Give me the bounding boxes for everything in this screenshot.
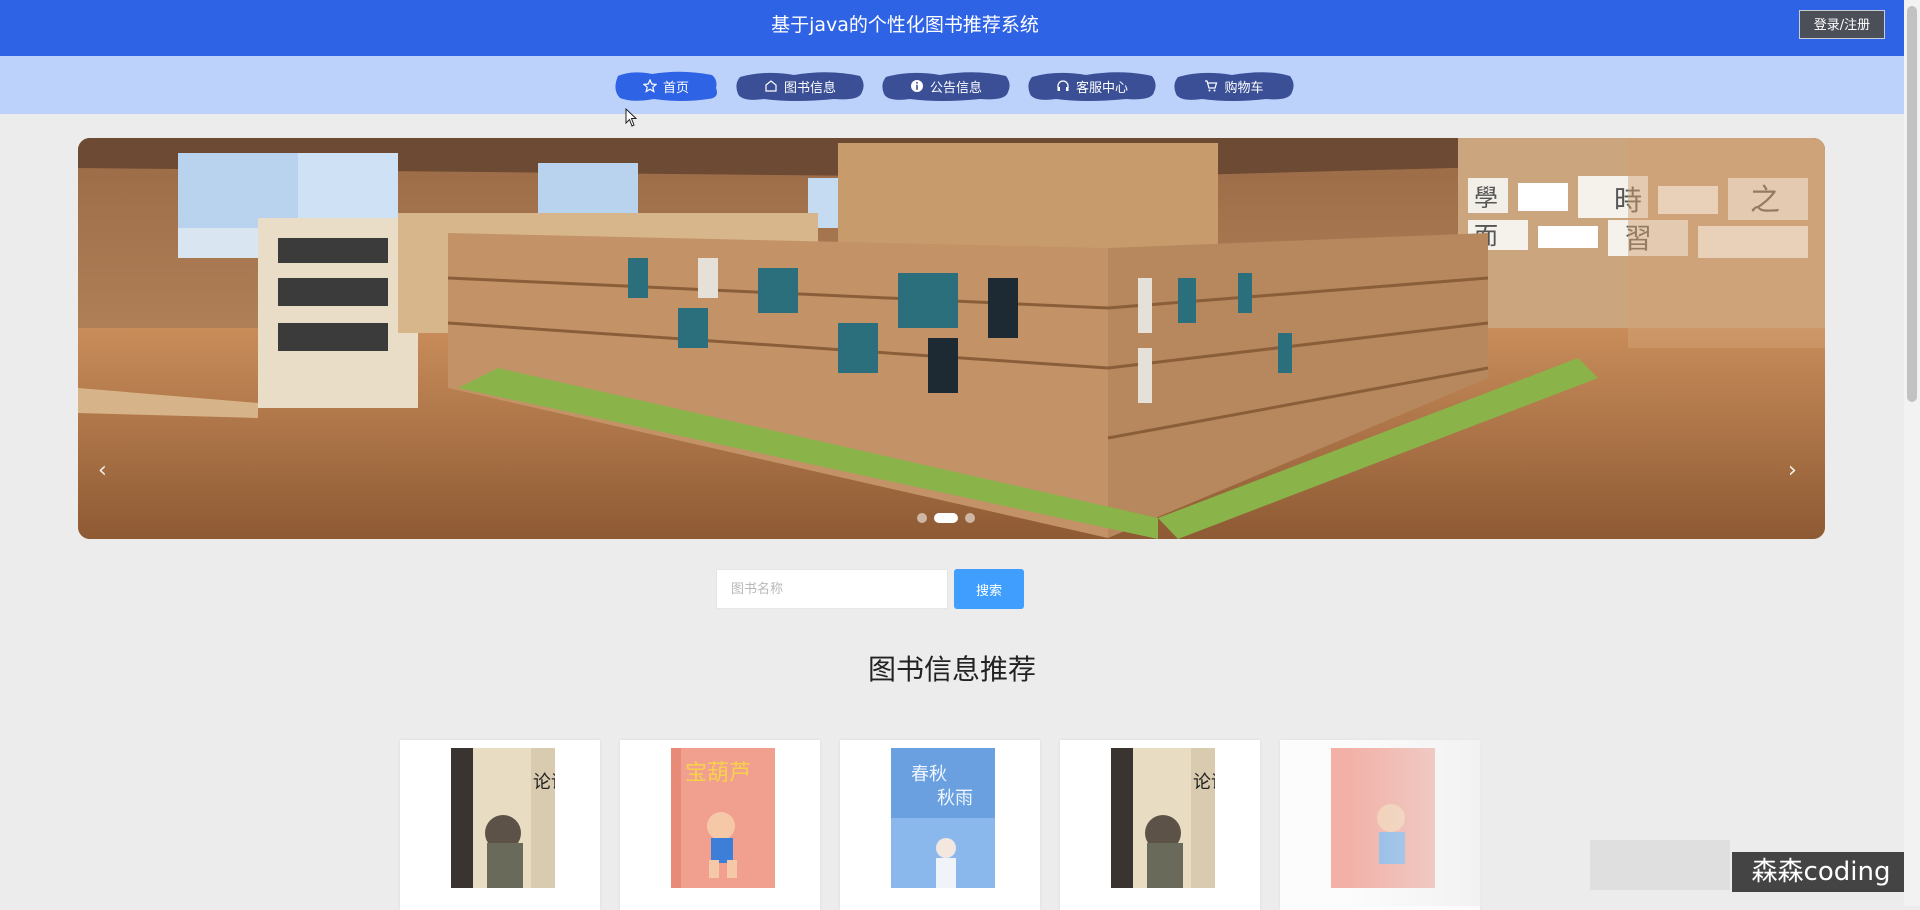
nav-item-label: 首页 [662,80,689,96]
blurred-overlay [1590,840,1730,890]
library-banner-image: 時 之 學 而 習 [78,138,1825,539]
carousel-next-arrow[interactable]: › [1788,458,1797,483]
search-button[interactable]: 搜索 [954,569,1024,609]
cover-title: 春秋 [911,764,947,785]
book-cover-image: 论语 [451,748,555,888]
carousel-dot[interactable] [917,513,927,523]
carousel-indicators [917,513,975,523]
nav-item-home[interactable]: 首页 [612,68,720,104]
cover-title-2: 秋雨 [937,788,973,809]
cover-title: 宝葫芦 [685,761,751,786]
section-title: 图书信息推荐 [867,653,1036,686]
cover-title: 论语 [1193,772,1215,793]
main-nav: 首页 图书信息 公告信息 客服中心 购物车 [0,56,1904,114]
cover-title: 论语 [533,772,555,793]
nav-item-cart[interactable]: 购物车 [1172,68,1296,104]
book-card[interactable] [1280,740,1480,910]
headset-icon [1057,80,1069,91]
watermark: 森森coding [1732,852,1910,892]
carousel-dot[interactable] [965,513,975,523]
nav-item-books[interactable]: 图书信息 [734,68,866,104]
nav-item-service[interactable]: 客服中心 [1026,68,1158,104]
book-search-input[interactable] [716,569,948,609]
nav-item-label: 客服中心 [1075,80,1128,96]
nav-item-label: 图书信息 [783,80,836,96]
site-title: 基于java的个性化图书推荐系统 [771,14,1039,36]
book-card[interactable]: 论语 [400,740,600,910]
top-header: 基于java的个性化图书推荐系统 登录/注册 [0,0,1904,56]
cart-icon [1205,80,1218,92]
star-icon [642,79,657,93]
mouse-cursor-icon [625,108,638,127]
page-scrollbar-thumb[interactable] [1907,6,1917,402]
book-card[interactable]: 春秋 秋雨 [840,740,1040,910]
book-cover-image: 论语 [1111,748,1215,888]
nav-item-label: 购物车 [1224,80,1264,96]
banner-carousel[interactable]: 時 之 學 而 習 [78,138,1825,539]
book-card[interactable]: 宝葫芦 [620,740,820,910]
book-cover-image [1331,748,1435,888]
carousel-dot-active[interactable] [934,513,958,523]
book-cover-image: 春秋 秋雨 [891,748,995,888]
info-circle-icon [910,80,923,92]
login-register-button[interactable]: 登录/注册 [1799,10,1885,39]
book-cover-image: 宝葫芦 [671,748,775,888]
nav-item-label: 公告信息 [929,80,982,96]
home-icon [765,80,777,92]
nav-item-notices[interactable]: 公告信息 [880,68,1012,104]
carousel-prev-arrow[interactable]: ‹ [98,458,107,483]
book-card[interactable]: 论语 [1060,740,1260,910]
sign-char: 學 [1474,184,1498,212]
